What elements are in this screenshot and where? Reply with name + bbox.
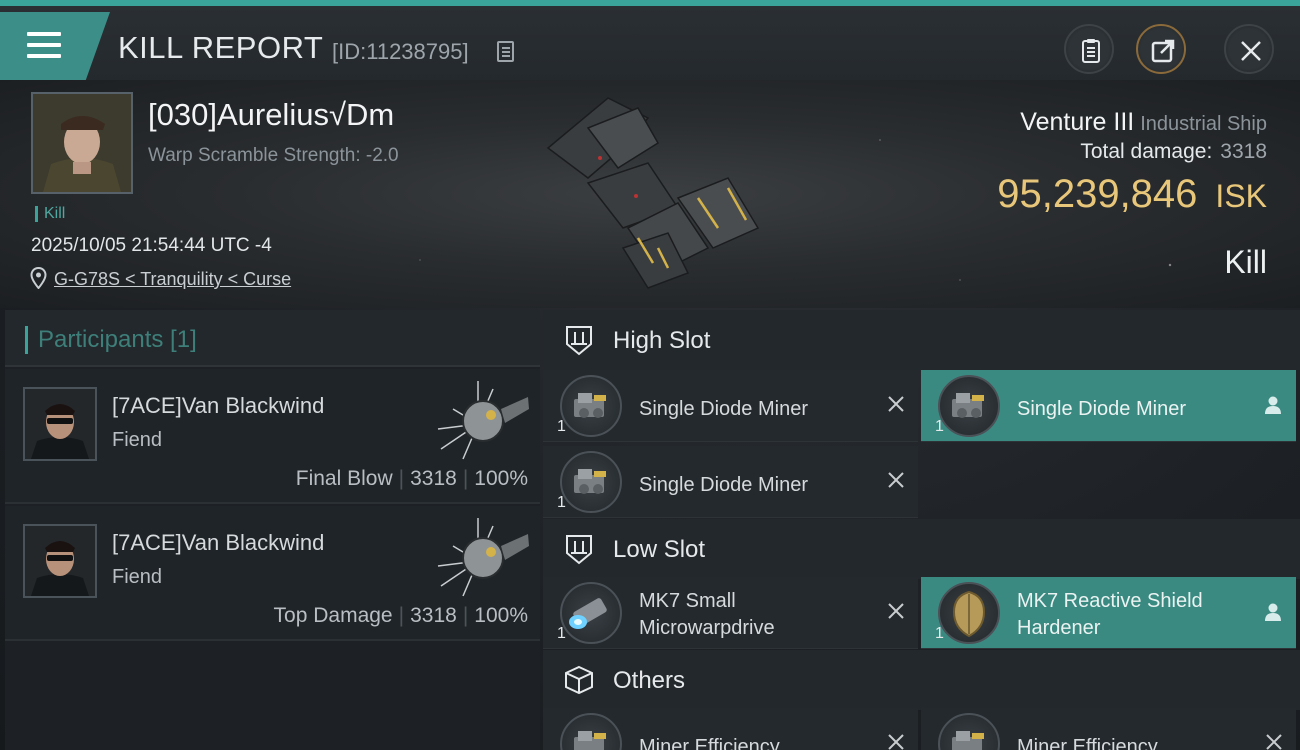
miner-efficiency-icon [560, 713, 622, 750]
participant-stats: Final Blow | 3318 | 100% [295, 467, 528, 490]
kill-tag: Kill [35, 206, 65, 222]
module-name: Single Diode Miner [1017, 398, 1186, 420]
participant-row[interactable]: [7ACE]Van Blackwind Fiend Top Damage | 331… [5, 506, 540, 641]
others-label: Others [613, 667, 686, 694]
copy-icon[interactable] [497, 41, 514, 62]
module-item[interactable]: 1 MK7 Reactive Shield Hardener [921, 577, 1296, 649]
miner-module-icon [938, 375, 1000, 437]
report-id: [ID:11238795] [332, 39, 469, 64]
module-item[interactable]: 1 MK7 Small Microwarpdrive [543, 577, 918, 649]
low-slot-label: Low Slot [613, 536, 706, 563]
participants-header[interactable]: Participants [1] [5, 310, 540, 367]
pilot-avatar-image [33, 94, 131, 192]
isk-unit: ISK [1215, 178, 1267, 214]
kill-report-screen: KILL REPORT [ID:11238795] [030]Aurelius√… [0, 0, 1300, 750]
high-slot-icon [566, 326, 592, 356]
miner-module-icon [560, 451, 622, 513]
low-slot-header: Low Slot [543, 519, 1300, 579]
shield-hardener-icon [938, 582, 1000, 644]
high-slot-label: High Slot [613, 327, 711, 354]
others-header: Others [543, 650, 1300, 710]
victim-portrait[interactable] [31, 92, 133, 194]
participant-damage: 3318 [410, 467, 457, 490]
dropped-user-icon [1265, 603, 1281, 621]
participant-stats: Top Damage | 3318 | 100% [273, 604, 528, 627]
fitting-panel: High Slot 1 Single Diode Miner 1 Single … [543, 310, 1300, 750]
module-item[interactable]: 1 Miner Efficiency [543, 708, 918, 750]
victim-summary: [030]Aurelius√Dm Warp Scramble Strength:… [0, 80, 1300, 308]
header-bar: KILL REPORT [ID:11238795] [0, 0, 1300, 80]
participant-row[interactable]: [7ACE]Van Blackwind Fiend Final Blow | 331… [5, 369, 540, 504]
participants-title: Participants [1] [25, 326, 197, 354]
module-item[interactable]: 1 Single Diode Miner [543, 446, 918, 518]
total-damage-label: Total damage: [1080, 140, 1213, 163]
module-quantity: 1 [557, 418, 566, 435]
participant-percent: 100% [474, 467, 528, 490]
module-item[interactable]: 1 Single Diode Miner [543, 370, 918, 442]
warp-scramble-strength: Warp Scramble Strength: -2.0 [148, 145, 399, 166]
clipboard-button[interactable] [1064, 24, 1114, 74]
location-link[interactable]: G-G78S < Tranquility < Curse [54, 269, 291, 290]
destroyed-icon [1266, 734, 1282, 750]
participant-name: [7ACE]Van Blackwind [112, 393, 325, 418]
victim-pilot-name[interactable]: [030]Aurelius√Dm [148, 97, 394, 133]
destroyed-icon [888, 734, 904, 750]
cargo-box-icon [565, 665, 593, 695]
ship-type-name: Venture III [1020, 108, 1135, 136]
participant-avatar [23, 387, 97, 461]
drone-ship-icon [437, 381, 529, 460]
total-damage: Total damage: 3318 [1080, 140, 1267, 164]
module-quantity: 1 [935, 418, 944, 435]
module-name: Miner Efficiency [1017, 736, 1158, 750]
participant-percent: 100% [474, 604, 528, 627]
close-button[interactable] [1224, 24, 1274, 74]
participant-tag: Top Damage [273, 604, 393, 627]
menu-button[interactable] [0, 12, 110, 80]
share-button[interactable] [1136, 24, 1186, 74]
miner-module-icon [560, 375, 622, 437]
miner-efficiency-icon [938, 713, 1000, 750]
dropped-user-icon [1265, 396, 1281, 414]
module-name: MK7 Small Microwarpdrive [639, 590, 775, 639]
module-name: Miner Efficiency [639, 736, 780, 750]
module-name: Single Diode Miner [639, 398, 808, 420]
total-damage-value: 3318 [1220, 140, 1267, 163]
module-quantity: 1 [557, 625, 566, 642]
module-item[interactable]: 1 Single Diode Miner [921, 370, 1296, 442]
low-slot-icon [566, 535, 592, 565]
module-name: Single Diode Miner [639, 474, 808, 496]
kill-result: Kill [1224, 244, 1267, 280]
isk-amount: 95,239,846 [997, 172, 1198, 216]
location-pin-icon [30, 267, 47, 289]
high-slot-header: High Slot [543, 310, 1300, 370]
participant-avatar [23, 524, 97, 598]
participant-name: [7ACE]Van Blackwind [112, 530, 325, 555]
close-icon [1241, 41, 1261, 61]
module-quantity: 1 [935, 625, 944, 642]
ship-class: Industrial Ship [1140, 113, 1267, 135]
participant-avatar-image [25, 526, 95, 596]
clipboard-icon [1082, 39, 1100, 63]
share-icon [1151, 39, 1175, 63]
menu-icon [27, 32, 61, 62]
drone-ship-icon [437, 518, 529, 597]
module-item[interactable]: 1 Miner Efficiency [921, 708, 1296, 750]
ship-name[interactable]: Venture III Industrial Ship [1020, 108, 1267, 137]
destroyed-icon [888, 603, 904, 619]
participant-role: Fiend [112, 566, 163, 588]
kill-datetime: 2025/10/05 21:54:44 UTC -4 [31, 235, 272, 256]
page-title: KILL REPORT [118, 30, 324, 65]
participants-panel: Participants [1] [7ACE]Van Blackwind Fie… [5, 310, 540, 750]
destroyed-icon [888, 472, 904, 488]
isk-value: 95,239,846 ISK [997, 172, 1267, 217]
participant-avatar-image [25, 389, 95, 459]
participant-tag: Final Blow [295, 467, 393, 490]
participant-damage: 3318 [410, 604, 457, 627]
destroyed-icon [888, 396, 904, 412]
participant-role: Fiend [112, 429, 163, 451]
ship-image [546, 97, 760, 289]
microwarpdrive-icon [560, 582, 622, 644]
module-name: MK7 Reactive Shield Hardener [1017, 590, 1203, 639]
module-quantity: 1 [557, 494, 566, 511]
